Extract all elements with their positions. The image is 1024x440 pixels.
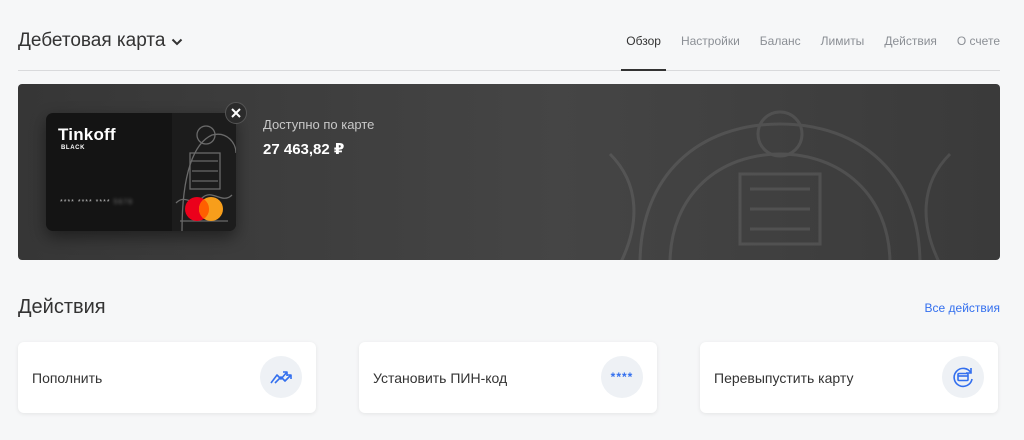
transfer-arrows-icon [270, 371, 292, 384]
pin-stars-icon: **** [610, 370, 634, 384]
action-icon-circle [942, 356, 984, 398]
action-label: Установить ПИН-код [373, 370, 508, 386]
tab-settings[interactable]: Настройки [671, 22, 750, 70]
tab-bar: Обзор Настройки Баланс Лимиты Действия О… [616, 22, 1000, 71]
page-header: Дебетовая карта Обзор Настройки Баланс Л… [18, 22, 1000, 71]
tab-overview[interactable]: Обзор [616, 22, 671, 71]
card-panel: Tinkoff BLACK **** **** **** 5678 Доступ… [18, 84, 1000, 260]
action-label: Пополнить [32, 370, 103, 386]
card-tier: BLACK [61, 145, 85, 151]
all-actions-link[interactable]: Все действия [925, 301, 1000, 315]
action-card-top-up[interactable]: Пополнить [18, 342, 316, 413]
actions-section-title: Действия [18, 296, 106, 318]
action-card-reissue-card[interactable]: Перевыпустить карту [700, 342, 998, 413]
available-label: Доступно по карте [263, 117, 375, 132]
mastercard-logo-icon [185, 197, 223, 221]
crest-watermark-icon [608, 110, 952, 260]
tab-about-account[interactable]: О счете [947, 22, 1000, 70]
bank-card[interactable]: Tinkoff BLACK **** **** **** 5678 [46, 113, 236, 231]
card-number-tail: 5678 [113, 199, 134, 206]
card-brand: Tinkoff [58, 125, 116, 144]
chevron-down-icon [172, 38, 183, 46]
card-reissue-icon [953, 367, 973, 388]
action-card-set-pin[interactable]: Установить ПИН-код **** [359, 342, 657, 413]
action-icon-circle: **** [601, 356, 643, 398]
close-icon [231, 108, 241, 118]
card-number: **** **** **** 5678 [60, 199, 134, 206]
action-icon-circle [260, 356, 302, 398]
account-selector[interactable]: Дебетовая карта [18, 30, 183, 52]
page-title: Дебетовая карта [18, 30, 166, 51]
close-button[interactable] [225, 102, 247, 124]
available-amount: 27 463,82 ₽ [263, 141, 345, 158]
tab-actions[interactable]: Действия [874, 22, 947, 70]
tab-limits[interactable]: Лимиты [811, 22, 875, 70]
action-label: Перевыпустить карту [714, 370, 854, 386]
tab-balance[interactable]: Баланс [750, 22, 811, 70]
